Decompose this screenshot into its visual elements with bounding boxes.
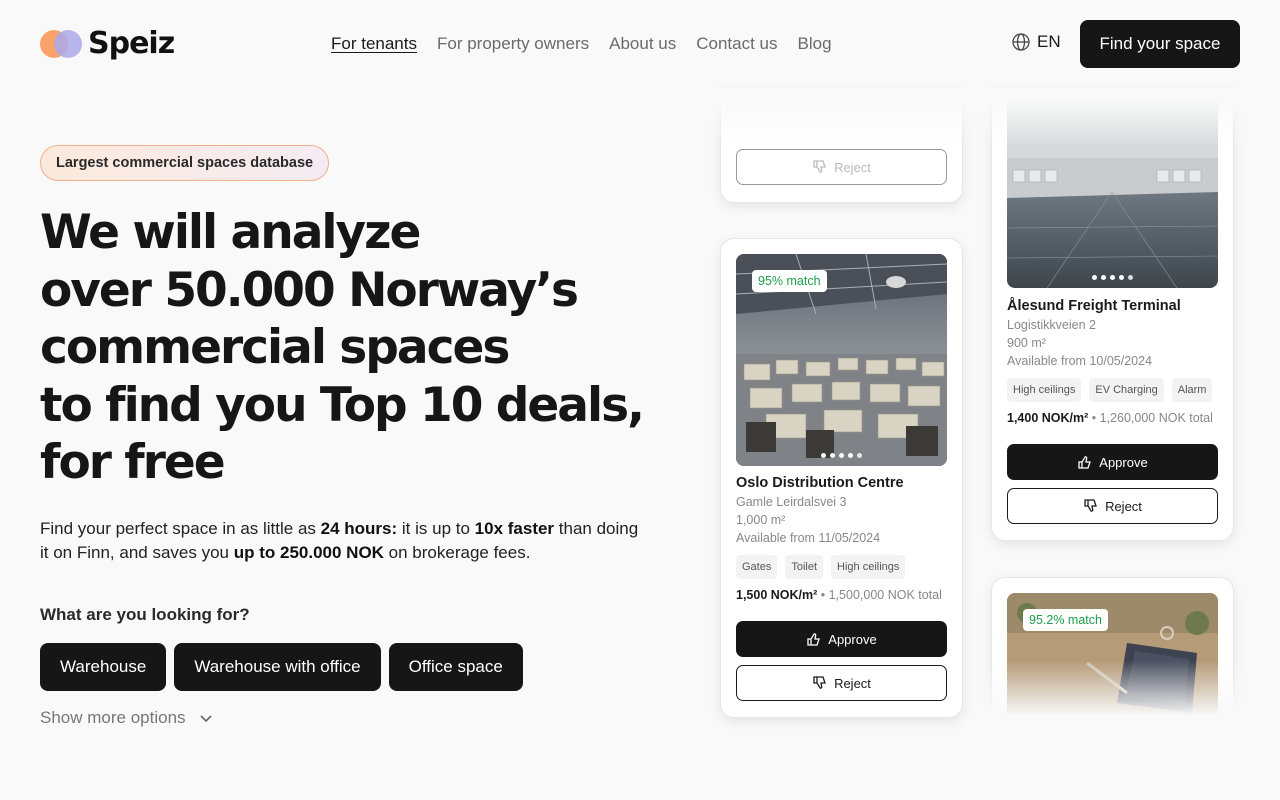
headline-line: commercial spaces <box>40 320 510 375</box>
property-tag: Toilet <box>785 555 824 579</box>
empty-hall-photo-image <box>1007 88 1218 288</box>
property-address: Logistikkveien 2 <box>1007 318 1096 332</box>
reject-label: Reject <box>1105 498 1142 514</box>
space-type-options: Warehouse Warehouse with office Office s… <box>40 643 523 691</box>
property-address: Gamle Leirdalsvei 3 <box>736 495 847 509</box>
nav-contact-us[interactable]: Contact us <box>696 34 777 54</box>
property-price: 1,500 NOK/m² • 1,500,000 NOK total <box>736 588 942 602</box>
property-tags: Gates Toilet High ceilings <box>736 555 906 579</box>
property-photo[interactable] <box>1007 88 1218 288</box>
headline-line: We will analyze <box>40 205 421 260</box>
property-tag: High ceilings <box>1007 378 1082 402</box>
approve-button[interactable]: Approve <box>736 621 947 657</box>
property-size: 1,000 m² <box>736 513 786 527</box>
headline-line: over 50.000 Norway’s <box>40 262 579 318</box>
thumbs-down-icon <box>813 160 826 173</box>
option-warehouse-with-office-button[interactable]: Warehouse with office <box>174 643 381 691</box>
show-more-options[interactable]: Show more options <box>40 708 214 728</box>
reject-button[interactable]: Reject <box>1007 488 1218 524</box>
property-card-oslo[interactable]: 95% match Oslo Distribution Centre Gamle… <box>720 238 963 718</box>
photo-carousel-dots[interactable] <box>736 453 947 458</box>
property-card-partial-bottom[interactable]: 95.2% match <box>991 577 1234 800</box>
sub-highlight: 24 hours: <box>320 519 398 538</box>
price-total: 1,500,000 NOK total <box>828 588 942 602</box>
show-more-label: Show more options <box>40 708 186 727</box>
property-tag: Alarm <box>1171 378 1213 402</box>
approve-button[interactable]: Approve <box>1007 444 1218 480</box>
property-title: Ålesund Freight Terminal <box>1007 298 1181 314</box>
logo-text: Speiz <box>88 26 175 61</box>
approve-label: Approve <box>1099 454 1148 470</box>
language-switcher[interactable]: EN <box>1011 32 1061 52</box>
property-tags: High ceilings EV Charging Alarm <box>1007 378 1213 402</box>
reject-button[interactable]: Reject <box>736 149 947 185</box>
property-title: Oslo Distribution Centre <box>736 475 904 491</box>
thumbs-up-icon <box>807 633 821 646</box>
match-badge: 95.2% match <box>1023 609 1108 631</box>
headline-line: to find you Top 10 deals, <box>40 377 645 433</box>
property-card-partial: Reject <box>720 88 963 203</box>
nav-blog[interactable]: Blog <box>798 34 832 54</box>
sub-highlight: 10x faster <box>474 519 555 538</box>
nav-about-us[interactable]: About us <box>609 34 676 54</box>
property-tag: Gates <box>736 555 778 579</box>
hero-headline: We will analyze over 50.000 Norway’s com… <box>40 204 680 492</box>
main-nav: For tenants For property owners About us… <box>331 34 832 54</box>
match-badge: 95% match <box>752 270 827 292</box>
logo-mark-icon <box>40 28 84 60</box>
sub-text: it is up to <box>397 519 475 538</box>
thumbs-down-icon <box>1084 499 1097 512</box>
photo-carousel-dots[interactable] <box>1007 275 1218 280</box>
price-per-m2: 1,500 NOK/m² <box>736 588 818 602</box>
property-card-alesund[interactable]: Ålesund Freight Terminal Logistikkveien … <box>991 88 1234 541</box>
find-your-space-button[interactable]: Find your space <box>1080 20 1240 68</box>
option-warehouse-button[interactable]: Warehouse <box>40 643 167 691</box>
sub-highlight: up to 250.000 NOK <box>233 543 384 562</box>
price-per-m2: 1,400 NOK/m² <box>1007 411 1089 425</box>
reject-label: Reject <box>834 159 871 175</box>
option-office-space-button[interactable]: Office space <box>388 643 523 691</box>
language-label: EN <box>1037 32 1061 51</box>
space-type-question: What are you looking for? <box>40 605 250 624</box>
hero-subtitle: Find your perfect space in as little as … <box>40 517 640 565</box>
database-badge: Largest commercial spaces database <box>40 145 330 181</box>
thumbs-down-icon <box>813 676 826 689</box>
reject-label: Reject <box>834 675 871 691</box>
sub-text: Find your perfect space in as little as <box>40 519 321 538</box>
headline-line: for free <box>40 435 226 490</box>
property-price: 1,400 NOK/m² • 1,260,000 NOK total <box>1007 411 1213 425</box>
property-availability: Available from 11/05/2024 <box>736 531 881 545</box>
property-photo[interactable]: 95.2% match <box>1007 593 1218 800</box>
thumbs-up-icon <box>1078 456 1092 469</box>
price-total: 1,260,000 NOK total <box>1099 411 1213 425</box>
property-availability: Available from 10/05/2024 <box>1007 354 1153 368</box>
logo[interactable]: Speiz <box>40 26 175 62</box>
site-header: Speiz For tenants For property owners Ab… <box>0 0 1280 88</box>
property-tag: High ceilings <box>831 555 906 579</box>
chevron-down-icon <box>199 715 212 723</box>
approve-label: Approve <box>828 631 877 647</box>
nav-for-tenants[interactable]: For tenants <box>331 34 417 54</box>
property-tag: EV Charging <box>1089 378 1164 402</box>
globe-icon <box>1012 33 1030 51</box>
reject-button[interactable]: Reject <box>736 665 947 701</box>
property-photo[interactable]: 95% match <box>736 254 947 466</box>
sub-text: on brokerage fees. <box>383 543 531 562</box>
property-size: 900 m² <box>1007 336 1046 350</box>
nav-for-property-owners[interactable]: For property owners <box>437 34 589 54</box>
